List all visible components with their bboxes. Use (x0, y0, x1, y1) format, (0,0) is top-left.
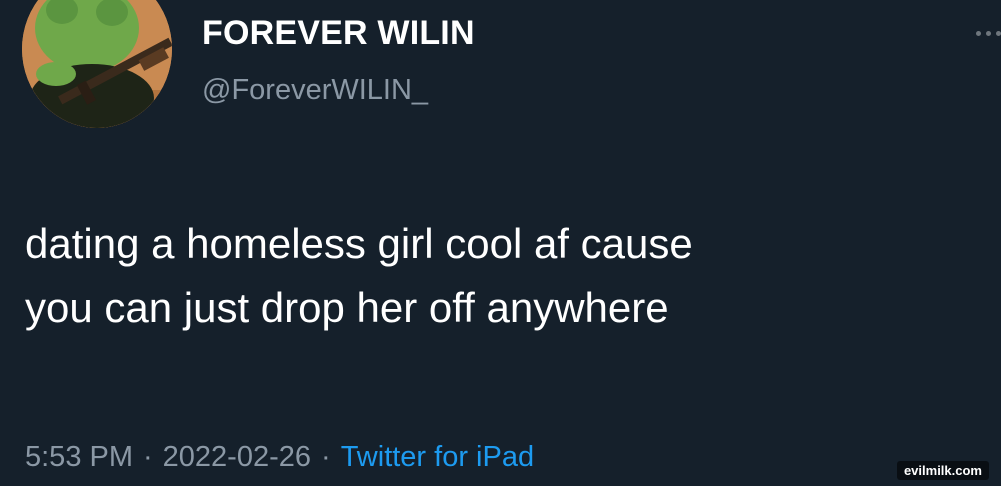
separator: · (321, 441, 331, 473)
more-dots-icon[interactable] (972, 26, 1001, 40)
tweet-date[interactable]: 2022-02-26 (163, 441, 311, 473)
tweet-source-link[interactable]: Twitter for iPad (341, 441, 534, 473)
tweet-metadata: 5:53 PM · 2022-02-26 · Twitter for iPad (25, 441, 534, 474)
tweet-text: dating a homeless girl cool af cause you… (25, 212, 995, 340)
frog-avatar-image (22, 0, 172, 128)
tweet-text-line: dating a homeless girl cool af cause (25, 220, 693, 267)
display-name[interactable]: FOREVER WILIN (202, 14, 475, 53)
watermark: evilmilk.com (896, 461, 989, 480)
separator: · (143, 441, 153, 473)
avatar[interactable] (22, 0, 172, 128)
tweet-time[interactable]: 5:53 PM (25, 441, 133, 473)
user-handle[interactable]: @ForeverWILIN_ (202, 74, 428, 107)
tweet-text-line: you can just drop her off anywhere (25, 284, 669, 331)
